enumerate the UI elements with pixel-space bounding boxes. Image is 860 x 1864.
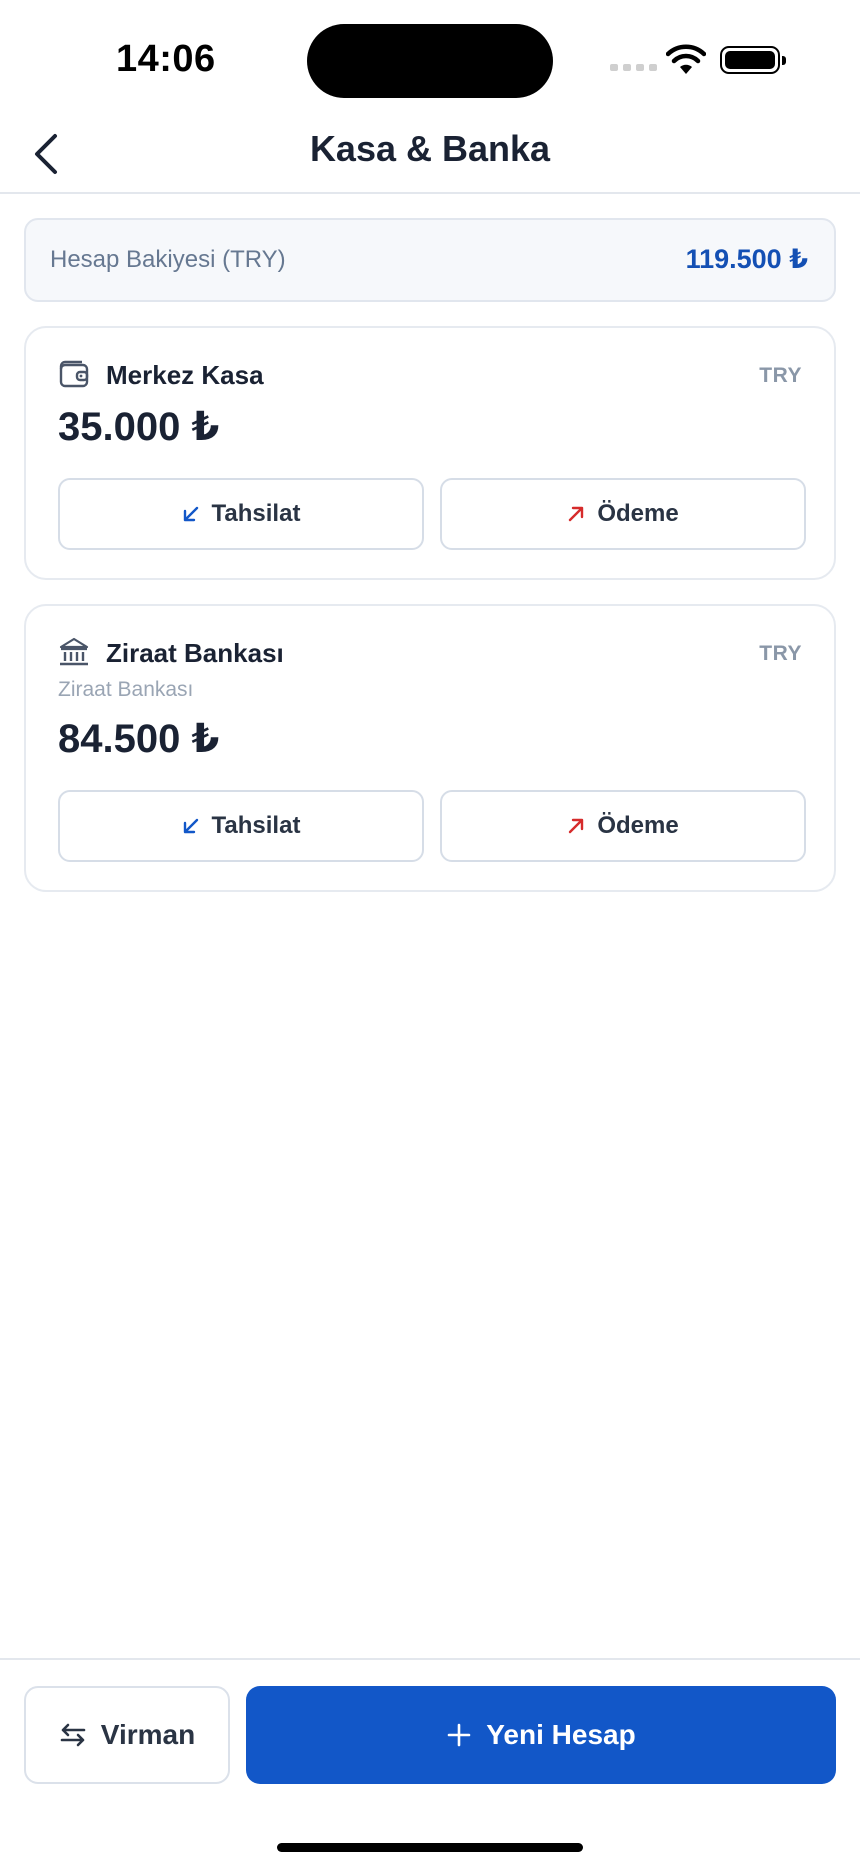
total-balance-label: Hesap Bakiyesi (TRY) <box>50 246 286 273</box>
arrow-up-right-icon <box>569 818 584 834</box>
bank-icon <box>59 637 89 666</box>
dynamic-island <box>307 24 553 98</box>
currency-tag: TRY <box>759 364 802 387</box>
pay-button[interactable]: Ödeme <box>440 790 806 862</box>
account-balance: 35.000 ₺ <box>58 405 220 449</box>
new-account-label: Yeni Hesap <box>486 1719 636 1750</box>
total-balance-summary: Hesap Bakiyesi (TRY) 119.500 ₺ <box>24 218 836 302</box>
collect-button[interactable]: Tahsilat <box>58 478 424 550</box>
account-balance: 84.500 ₺ <box>58 717 220 761</box>
page-title: Kasa & Banka <box>309 128 551 169</box>
wallet-icon <box>59 360 89 388</box>
pay-button[interactable]: Ödeme <box>440 478 806 550</box>
bank-name-subtitle: Ziraat Bankası <box>58 678 194 701</box>
collect-label: Tahsilat <box>211 812 301 839</box>
collect-label: Tahsilat <box>211 500 301 527</box>
pay-label: Ödeme <box>597 812 679 839</box>
home-indicator <box>277 1843 583 1852</box>
total-balance-value: 119.500 ₺ <box>685 244 808 274</box>
account-name: Merkez Kasa <box>106 360 264 390</box>
transfer-button[interactable]: Virman <box>24 1686 230 1784</box>
arrow-down-left-icon <box>183 818 198 834</box>
account-card-ziraat-bankasi[interactable]: Ziraat Bankası TRY Ziraat Bankası 84.500… <box>24 604 836 892</box>
account-actions: Tahsilat Ödeme <box>58 790 806 862</box>
collect-button[interactable]: Tahsilat <box>58 790 424 862</box>
new-account-button[interactable]: Yeni Hesap <box>246 1686 836 1784</box>
currency-tag: TRY <box>759 642 802 665</box>
transfer-arrows-icon <box>60 1723 86 1747</box>
account-name: Ziraat Bankası <box>106 638 284 668</box>
pay-label: Ödeme <box>597 500 679 527</box>
arrow-up-right-icon <box>569 506 584 522</box>
account-actions: Tahsilat Ödeme <box>58 478 806 550</box>
cellular-signal-icon <box>610 64 657 71</box>
status-time: 14:06 <box>116 38 216 80</box>
account-card-merkez-kasa[interactable]: Merkez Kasa TRY 35.000 ₺ Tahsilat Ödeme <box>24 326 836 580</box>
arrow-down-left-icon <box>183 506 198 522</box>
battery-icon <box>720 46 786 74</box>
transfer-label: Virman <box>100 1719 196 1750</box>
wifi-icon <box>666 44 706 74</box>
nav-header: Kasa & Banka <box>0 120 860 194</box>
plus-icon <box>447 1723 471 1747</box>
status-bar: 14:06 <box>0 0 860 120</box>
bottom-action-bar: Virman Yeni Hesap <box>0 1658 860 1864</box>
